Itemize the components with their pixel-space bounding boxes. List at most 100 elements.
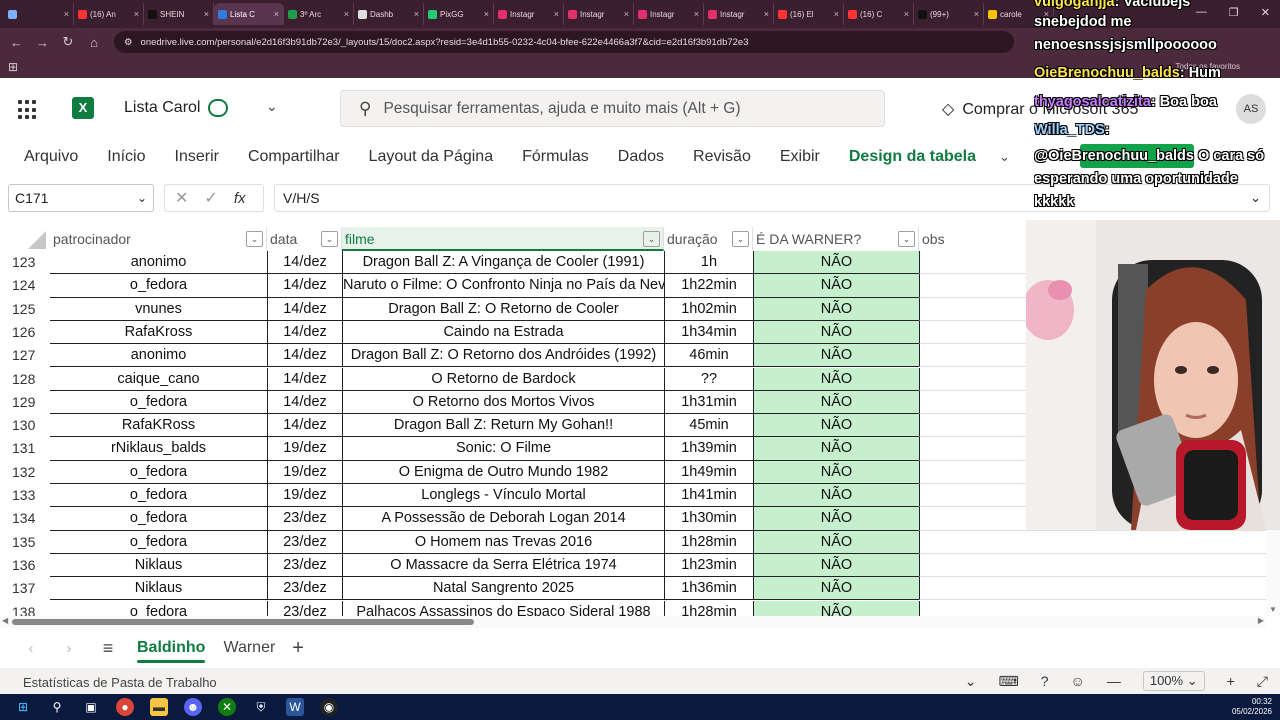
browser-tab[interactable]: Dashb × (354, 3, 424, 25)
row-header[interactable]: 136 (0, 553, 50, 578)
table-cell-patrocinador[interactable]: rNiklaus_balds (50, 437, 267, 461)
tab-close-icon[interactable]: × (134, 9, 139, 19)
table-cell-filme[interactable]: Dragon Ball Z: O Retorno de Cooler (342, 297, 664, 321)
ribbon-tab[interactable]: Design da tabela (849, 148, 976, 166)
filter-dropdown-icon[interactable]: ⌄ (643, 231, 660, 247)
table-cell-filme[interactable]: Natal Sangrento 2025 (342, 577, 664, 601)
ribbon-tab[interactable]: Fórmulas (522, 148, 589, 166)
check-icon[interactable]: ✓ (204, 188, 217, 208)
table-cell-warner[interactable]: NÃO (753, 600, 919, 616)
row-header[interactable]: 134 (0, 507, 50, 531)
workbook-statistics-link[interactable]: Estatísticas de Pasta de Trabalho (23, 675, 217, 690)
tab-close-icon[interactable]: × (344, 9, 349, 19)
app-launcher-icon[interactable] (18, 100, 38, 120)
browser-tab[interactable]: Instagr × (494, 3, 564, 25)
table-cell-warner[interactable]: NÃO (753, 251, 919, 275)
table-cell-duracao[interactable]: 1h49min (664, 460, 753, 484)
table-cell-data[interactable]: 14/dez (267, 344, 342, 368)
table-cell-warner[interactable]: NÃO (753, 414, 919, 438)
tab-close-icon[interactable]: × (274, 9, 279, 19)
table-cell-filme[interactable]: Naruto o Filme: O Confronto Ninja no Paí… (342, 274, 664, 298)
xbox-icon[interactable]: ✕ (218, 698, 236, 716)
tab-close-icon[interactable]: × (64, 9, 69, 19)
row-header[interactable]: 128 (0, 367, 50, 391)
all-sheets-menu-icon[interactable]: ≡ (88, 638, 128, 659)
row-header[interactable]: 138 (0, 600, 50, 616)
table-cell-data[interactable]: 14/dez (267, 320, 342, 345)
previous-sheet-icon[interactable]: ‹ (12, 640, 50, 657)
browser-tab[interactable]: (16) An × (74, 3, 144, 25)
row-header[interactable]: 127 (0, 344, 50, 368)
table-cell-warner[interactable]: NÃO (753, 553, 919, 578)
file-explorer-icon[interactable]: ▬ (150, 698, 168, 716)
word-icon[interactable]: W (286, 698, 304, 716)
security-shield-icon[interactable]: ⛨ (252, 698, 270, 716)
filter-dropdown-icon[interactable]: ⌄ (732, 231, 749, 247)
chevron-down-icon[interactable]: ⌄ (266, 98, 278, 115)
table-cell-duracao[interactable]: 1h34min (664, 320, 753, 345)
table-cell-warner[interactable]: NÃO (753, 390, 919, 415)
table-cell-obs[interactable] (919, 577, 1266, 601)
table-cell-patrocinador[interactable]: Niklaus (50, 554, 267, 578)
table-cell-data[interactable]: 19/dez (267, 437, 342, 461)
tab-close-icon[interactable]: × (414, 9, 419, 19)
filter-dropdown-icon[interactable]: ⌄ (321, 231, 338, 247)
row-header[interactable]: 126 (0, 320, 50, 345)
chrome-icon[interactable]: ● (116, 698, 134, 716)
chevron-down-icon[interactable]: ⌄ (965, 673, 977, 690)
table-cell-patrocinador[interactable]: o_fedora (50, 461, 267, 484)
table-cell-patrocinador[interactable]: anonimo (50, 344, 267, 368)
browser-tab[interactable]: × (4, 3, 74, 25)
table-cell-filme[interactable]: O Massacre da Serra Elétrica 1974 (342, 553, 664, 578)
ribbon-tab[interactable]: Revisão (693, 148, 751, 166)
table-cell-data[interactable]: 23/dez (267, 577, 342, 601)
row-header[interactable]: 131 (0, 437, 50, 461)
tab-close-icon[interactable]: × (554, 9, 559, 19)
table-cell-duracao[interactable]: 46min (664, 344, 753, 368)
table-cell-data[interactable]: 23/dez (267, 600, 342, 616)
tab-close-icon[interactable]: × (764, 9, 769, 19)
tab-close-icon[interactable]: × (834, 9, 839, 19)
ribbon-tab[interactable]: Arquivo (24, 148, 78, 166)
site-info-icon[interactable]: ⚙ (124, 37, 133, 48)
table-cell-filme[interactable]: Sonic: O Filme (342, 437, 664, 461)
row-header[interactable]: 130 (0, 414, 50, 438)
feedback-icon[interactable]: ☺ (1071, 673, 1085, 689)
scroll-down-icon[interactable]: ▼ (1269, 605, 1277, 614)
table-cell-duracao[interactable]: 45min (664, 414, 753, 438)
table-cell-patrocinador[interactable]: o_fedora (50, 484, 267, 508)
name-box[interactable]: C171 ⌄ (8, 184, 154, 212)
table-cell-duracao[interactable]: ?? (664, 367, 753, 391)
tab-close-icon[interactable]: × (974, 9, 979, 19)
table-cell-data[interactable]: 14/dez (267, 367, 342, 391)
browser-tab[interactable]: SHEIN × (144, 3, 214, 25)
table-cell-obs[interactable] (919, 553, 1266, 578)
table-cell-filme[interactable]: Palhaços Assassinos do Espaço Sideral 19… (342, 600, 664, 616)
table-cell-duracao[interactable]: 1h41min (664, 484, 753, 508)
browser-tab[interactable]: (16) El × (774, 3, 844, 25)
ribbon-tab[interactable]: Inserir (175, 148, 219, 166)
table-cell-duracao[interactable]: 1h23min (664, 553, 753, 578)
keyboard-icon[interactable]: ⌨ (999, 673, 1019, 690)
table-cell-patrocinador[interactable]: caique_cano (50, 368, 267, 391)
fullscreen-icon[interactable]: ⤢ (1257, 673, 1268, 690)
table-cell-filme[interactable]: Dragon Ball Z: A Vingança de Cooler (199… (342, 251, 664, 275)
table-cell-duracao[interactable]: 1h02min (664, 297, 753, 321)
table-cell-filme[interactable]: O Retorno dos Mortos Vivos (342, 390, 664, 415)
table-cell-warner[interactable]: NÃO (753, 460, 919, 484)
task-view-icon[interactable]: ▣ (82, 698, 100, 716)
search-icon[interactable]: ⚲ (48, 698, 66, 716)
windows-start-icon[interactable]: ⊞ (14, 698, 32, 716)
scrollbar-thumb[interactable] (12, 619, 474, 625)
table-cell-data[interactable]: 23/dez (267, 530, 342, 554)
sheet-tab-baldinho[interactable]: Baldinho (128, 631, 214, 665)
tab-close-icon[interactable]: × (694, 9, 699, 19)
browser-tab[interactable]: 3º Arc × (284, 3, 354, 25)
sync-status-icon[interactable] (208, 99, 228, 117)
table-cell-data[interactable]: 14/dez (267, 414, 342, 438)
table-cell-warner[interactable]: NÃO (753, 274, 919, 298)
ribbon-tab[interactable]: Início (107, 148, 145, 166)
scroll-right-icon[interactable]: ▶ (1258, 616, 1264, 625)
table-cell-patrocinador[interactable]: Niklaus (50, 577, 267, 601)
table-cell-filme[interactable]: O Homem nas Trevas 2016 (342, 530, 664, 554)
